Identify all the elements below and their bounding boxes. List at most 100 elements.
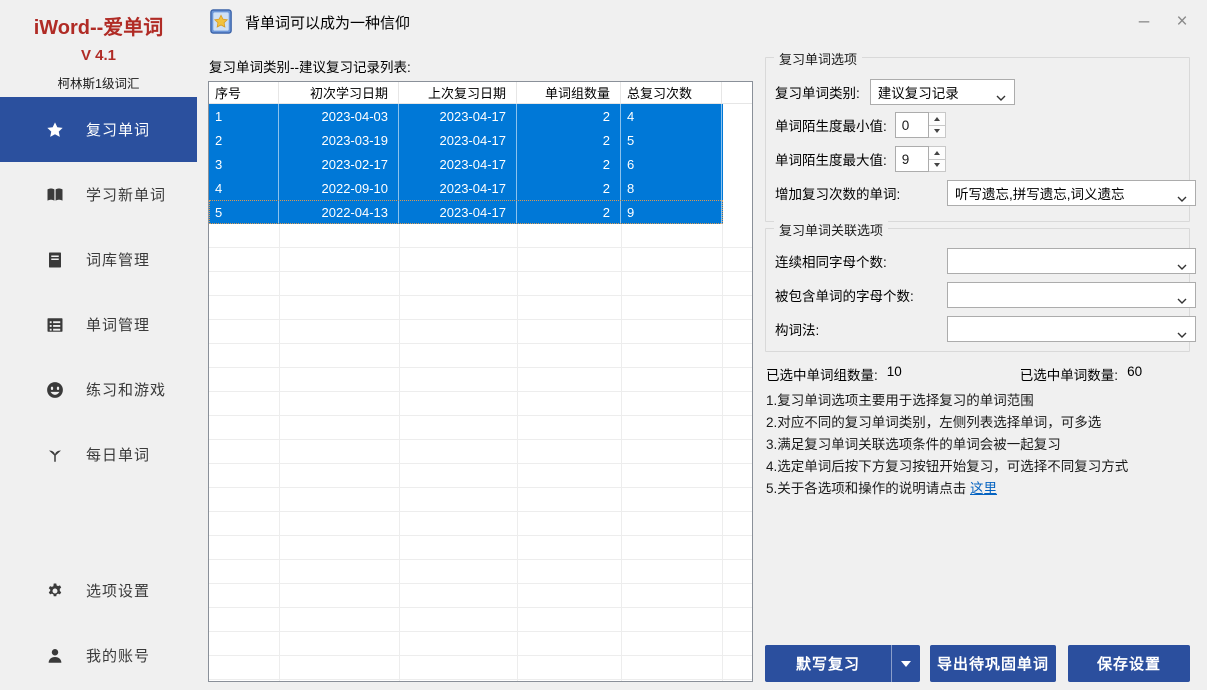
chevron-down-icon — [1177, 190, 1187, 205]
review-options-group: 复习单词选项 复习单词类别: 建议复习记录 单词陌生度最小值: 0 — [765, 57, 1190, 222]
sidebar-item-单词管理[interactable]: 单词管理 — [0, 292, 197, 357]
review-options-panel: 复习单词选项 复习单词类别: 建议复习记录 单词陌生度最小值: 0 — [765, 50, 1190, 683]
sidebar-item-词库管理[interactable]: 词库管理 — [0, 227, 197, 292]
table-header-row: 序号初次学习日期上次复习日期单词组数量总复习次数 — [209, 82, 752, 104]
stepper-up-button[interactable] — [929, 147, 945, 159]
category-dropdown[interactable]: 建议复习记录 — [870, 79, 1015, 105]
column-header-0[interactable]: 序号 — [209, 82, 279, 103]
review-mode-dropdown-button[interactable] — [891, 645, 920, 682]
dictation-review-button[interactable]: 默写复习 — [765, 645, 920, 682]
app-title: iWord--爱单词 — [0, 11, 197, 40]
list-icon — [46, 316, 64, 334]
word-formation-dropdown[interactable] — [947, 316, 1196, 342]
column-header-4[interactable]: 总复习次数 — [621, 82, 722, 103]
sidebar-bottom-nav: 选项设置 我的账号 — [0, 558, 197, 688]
book-icon — [46, 251, 64, 269]
table-cell: 2 — [517, 152, 621, 176]
vocabulary-label: 柯林斯1级词汇 — [0, 73, 197, 92]
sidebar-item-label: 学习新单词 — [86, 184, 166, 205]
table-cell: 1 — [209, 104, 279, 128]
column-header-2[interactable]: 上次复习日期 — [399, 82, 517, 103]
instruction-line-2: 2.对应不同的复习单词类别，左侧列表选择单词，可多选 — [766, 412, 1128, 434]
down-arrow-icon — [934, 129, 940, 133]
review-list-title: 复习单词类别--建议复习记录列表: — [209, 56, 411, 76]
category-value: 建议复习记录 — [878, 82, 959, 102]
min-strangeness-value[interactable]: 0 — [895, 112, 929, 138]
table-cell: 2023-04-17 — [399, 200, 517, 224]
table-row-5[interactable]: 52022-04-132023-04-1729 — [209, 200, 723, 224]
table-cell: 4 — [209, 176, 279, 200]
selection-status: 已选中单词组数量: 10 已选中单词数量: 60 — [766, 364, 1142, 384]
help-link[interactable]: 这里 — [970, 481, 997, 496]
table-cell: 2023-04-17 — [399, 128, 517, 152]
max-strangeness-value[interactable]: 9 — [895, 146, 929, 172]
group-title: 复习单词关联选项 — [774, 220, 888, 239]
min-strangeness-stepper[interactable]: 0 — [895, 112, 946, 138]
table-row-3[interactable]: 32023-02-172023-04-1726 — [209, 152, 723, 176]
table-row-2[interactable]: 22023-03-192023-04-1725 — [209, 128, 723, 152]
sidebar-item-学习新单词[interactable]: 学习新单词 — [0, 162, 197, 227]
dropdown-arrow-icon — [901, 661, 911, 667]
instruction-line-4: 4.选定单词后按下方复习按钮开始复习，可选择不同复习方式 — [766, 456, 1128, 478]
related-options-group: 复习单词关联选项 连续相同字母个数: 被包含单词的字母个数: — [765, 228, 1190, 352]
increase-review-row: 增加复习次数的单词: 听写遗忘,拼写遗忘,词义遗忘 — [775, 180, 1184, 206]
instructions-list: 1.复习单词选项主要用于选择复习的单词范围2.对应不同的复习单词类别，左侧列表选… — [766, 390, 1128, 500]
stepper-down-button[interactable] — [929, 159, 945, 172]
export-words-button[interactable]: 导出待巩固单词 — [930, 645, 1056, 682]
sidebar-item-label: 复习单词 — [86, 119, 150, 140]
table-row-4[interactable]: 42022-09-102023-04-1728 — [209, 176, 723, 200]
same-letters-row: 连续相同字母个数: — [775, 248, 1184, 274]
table-row-1[interactable]: 12023-04-032023-04-1724 — [209, 104, 723, 128]
increase-review-value: 听写遗忘,拼写遗忘,词义遗忘 — [955, 183, 1125, 203]
app-header: iWord--爱单词 V 4.1 柯林斯1级词汇 — [0, 0, 197, 92]
contained-letters-dropdown[interactable] — [947, 282, 1196, 308]
table-cell: 2023-04-17 — [399, 176, 517, 200]
instruction-line-3: 3.满足复习单词关联选项条件的单词会被一起复习 — [766, 434, 1128, 456]
stepper-up-button[interactable] — [929, 113, 945, 125]
table-cell: 2 — [209, 128, 279, 152]
table-cell: 2023-04-17 — [399, 104, 517, 128]
selected-groups-status: 已选中单词组数量: 10 — [766, 364, 902, 384]
table-cell: 2022-09-10 — [279, 176, 399, 200]
sidebar-item-复习单词[interactable]: 复习单词 — [0, 97, 197, 162]
table-cell: 6 — [621, 152, 722, 176]
save-settings-button[interactable]: 保存设置 — [1068, 645, 1190, 682]
instruction-line-5: 5.关于各选项和操作的说明请点击 这里 — [766, 478, 1128, 500]
app-logo-book-icon — [208, 8, 235, 35]
word-formation-row: 构词法: — [775, 316, 1184, 342]
instruction-line-1: 1.复习单词选项主要用于选择复习的单词范围 — [766, 390, 1128, 412]
minimize-button[interactable]: – — [1129, 8, 1159, 36]
table-cell: 5 — [621, 128, 722, 152]
stepper-down-button[interactable] — [929, 125, 945, 138]
sidebar-item-练习和游戏[interactable]: 练习和游戏 — [0, 357, 197, 422]
table-cell: 2023-02-17 — [279, 152, 399, 176]
column-header-1[interactable]: 初次学习日期 — [279, 82, 399, 103]
empty-grid-rows — [209, 224, 752, 681]
sidebar-item-label: 每日单词 — [86, 444, 150, 465]
table-cell: 2023-03-19 — [279, 128, 399, 152]
selected-words-count: 60 — [1127, 364, 1142, 384]
sprout-icon — [46, 446, 64, 464]
column-header-3[interactable]: 单词组数量 — [517, 82, 621, 103]
close-button[interactable]: × — [1167, 8, 1197, 36]
app-window: iWord--爱单词 V 4.1 柯林斯1级词汇 背单词可以成为一种信仰 – ×… — [0, 0, 1207, 690]
table-cell: 2 — [517, 200, 621, 224]
sidebar-item-label: 词库管理 — [86, 249, 150, 270]
stepper-buttons — [929, 146, 946, 172]
window-slogan: 背单词可以成为一种信仰 — [245, 12, 410, 33]
stepper-buttons — [929, 112, 946, 138]
table-cell: 2 — [517, 104, 621, 128]
review-records-table[interactable]: 序号初次学习日期上次复习日期单词组数量总复习次数 12023-04-032023… — [208, 81, 753, 682]
sidebar-item-我的账号[interactable]: 我的账号 — [0, 623, 197, 688]
app-version: V 4.1 — [0, 47, 197, 64]
chevron-down-icon — [1177, 258, 1187, 273]
sidebar-item-每日单词[interactable]: 每日单词 — [0, 422, 197, 487]
increase-review-dropdown[interactable]: 听写遗忘,拼写遗忘,词义遗忘 — [947, 180, 1196, 206]
selected-words-status: 已选中单词数量: 60 — [1020, 364, 1142, 384]
min-strangeness-row: 单词陌生度最小值: 0 — [775, 112, 1184, 138]
sidebar-item-选项设置[interactable]: 选项设置 — [0, 558, 197, 623]
sidebar-item-label: 我的账号 — [86, 645, 150, 666]
same-letters-dropdown[interactable] — [947, 248, 1196, 274]
max-strangeness-stepper[interactable]: 9 — [895, 146, 946, 172]
table-cell: 2 — [517, 128, 621, 152]
